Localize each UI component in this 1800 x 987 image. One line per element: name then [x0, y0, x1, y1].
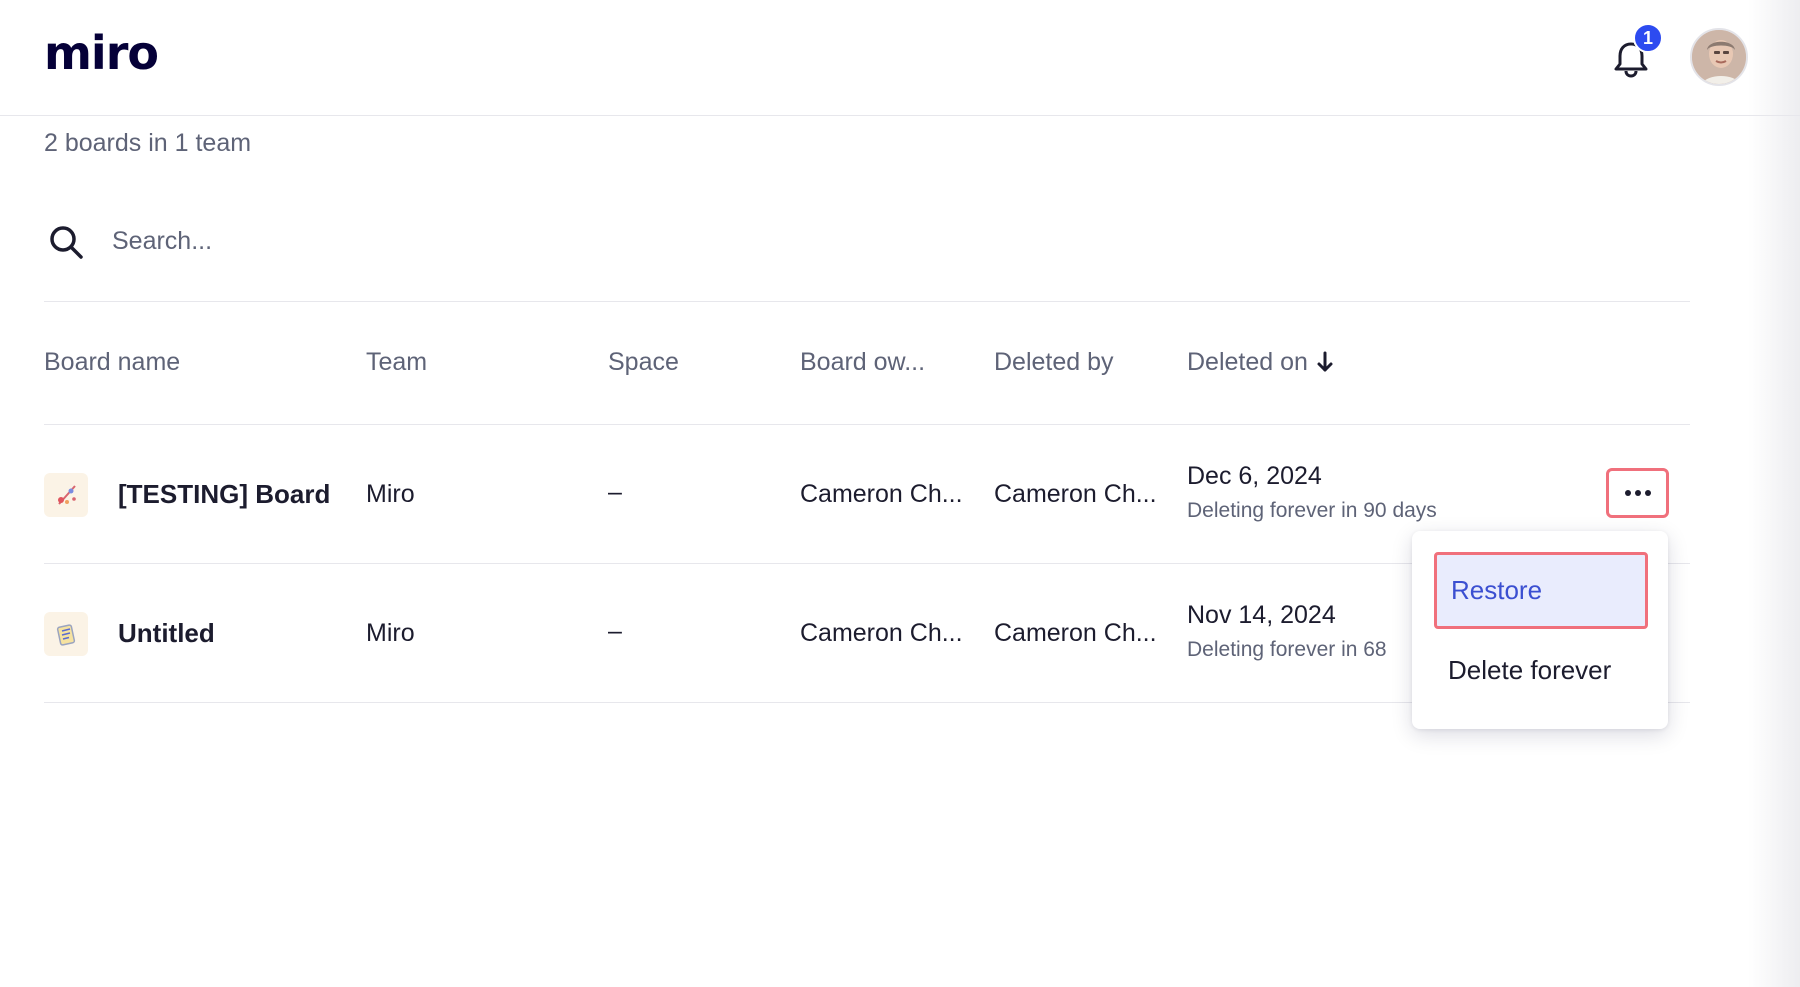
board-thumbnail	[44, 612, 88, 656]
deleting-forever-note: Deleting forever in 90 days	[1187, 499, 1437, 522]
table-header: Board name Team Space Board ow... Delete…	[44, 302, 1690, 425]
search-input[interactable]	[112, 218, 812, 264]
top-bar: miro 1	[0, 0, 1800, 116]
delete-forever-menu-item[interactable]: Delete forever	[1434, 632, 1648, 709]
column-header-team[interactable]: Team	[366, 348, 427, 377]
deleted-on-date: Dec 6, 2024	[1187, 462, 1322, 490]
notification-count-badge: 1	[1633, 23, 1663, 53]
sort-descending-icon	[1316, 351, 1334, 380]
avatar-image	[1692, 30, 1746, 84]
page-edge-shade	[1748, 0, 1800, 987]
space-cell: –	[608, 478, 622, 506]
column-header-board-name[interactable]: Board name	[44, 348, 180, 377]
column-header-board-owner[interactable]: Board ow...	[800, 348, 925, 377]
more-horizontal-icon	[1624, 490, 1651, 496]
deleted-on-date: Nov 14, 2024	[1187, 601, 1336, 629]
board-name[interactable]: Untitled	[118, 618, 215, 649]
column-header-deleted-by[interactable]: Deleted by	[994, 348, 1114, 377]
miro-logo[interactable]: miro	[44, 26, 159, 80]
deleting-forever-note: Deleting forever in 68	[1187, 638, 1387, 661]
deleted-on-cell: Dec 6, 2024 Deleting forever in 90 days	[1187, 462, 1437, 523]
space-cell: –	[608, 617, 622, 645]
more-options-button[interactable]	[1606, 468, 1669, 518]
search-bar	[44, 208, 1690, 302]
board-owner-cell: Cameron Ch...	[800, 480, 963, 508]
deleted-on-cell: Nov 14, 2024 Deleting forever in 68	[1187, 601, 1387, 662]
board-thumbnail-icon	[58, 485, 76, 505]
search-icon	[50, 226, 83, 259]
user-avatar[interactable]	[1690, 28, 1748, 86]
team-cell: Miro	[366, 480, 415, 508]
team-cell: Miro	[366, 619, 415, 647]
column-header-space[interactable]: Space	[608, 348, 679, 377]
deleted-by-cell: Cameron Ch...	[994, 480, 1157, 508]
board-options-menu: Restore Delete forever	[1412, 531, 1668, 729]
boards-summary: 2 boards in 1 team	[44, 129, 252, 157]
board-thumbnail-icon	[56, 624, 76, 646]
column-header-deleted-on-label: Deleted on	[1187, 348, 1308, 376]
board-owner-cell: Cameron Ch...	[800, 619, 963, 647]
restore-menu-item[interactable]: Restore	[1434, 552, 1648, 629]
column-header-deleted-on[interactable]: Deleted on	[1187, 348, 1334, 380]
board-name[interactable]: [TESTING] Board	[118, 479, 330, 510]
board-thumbnail	[44, 473, 88, 517]
deleted-by-cell: Cameron Ch...	[994, 619, 1157, 647]
